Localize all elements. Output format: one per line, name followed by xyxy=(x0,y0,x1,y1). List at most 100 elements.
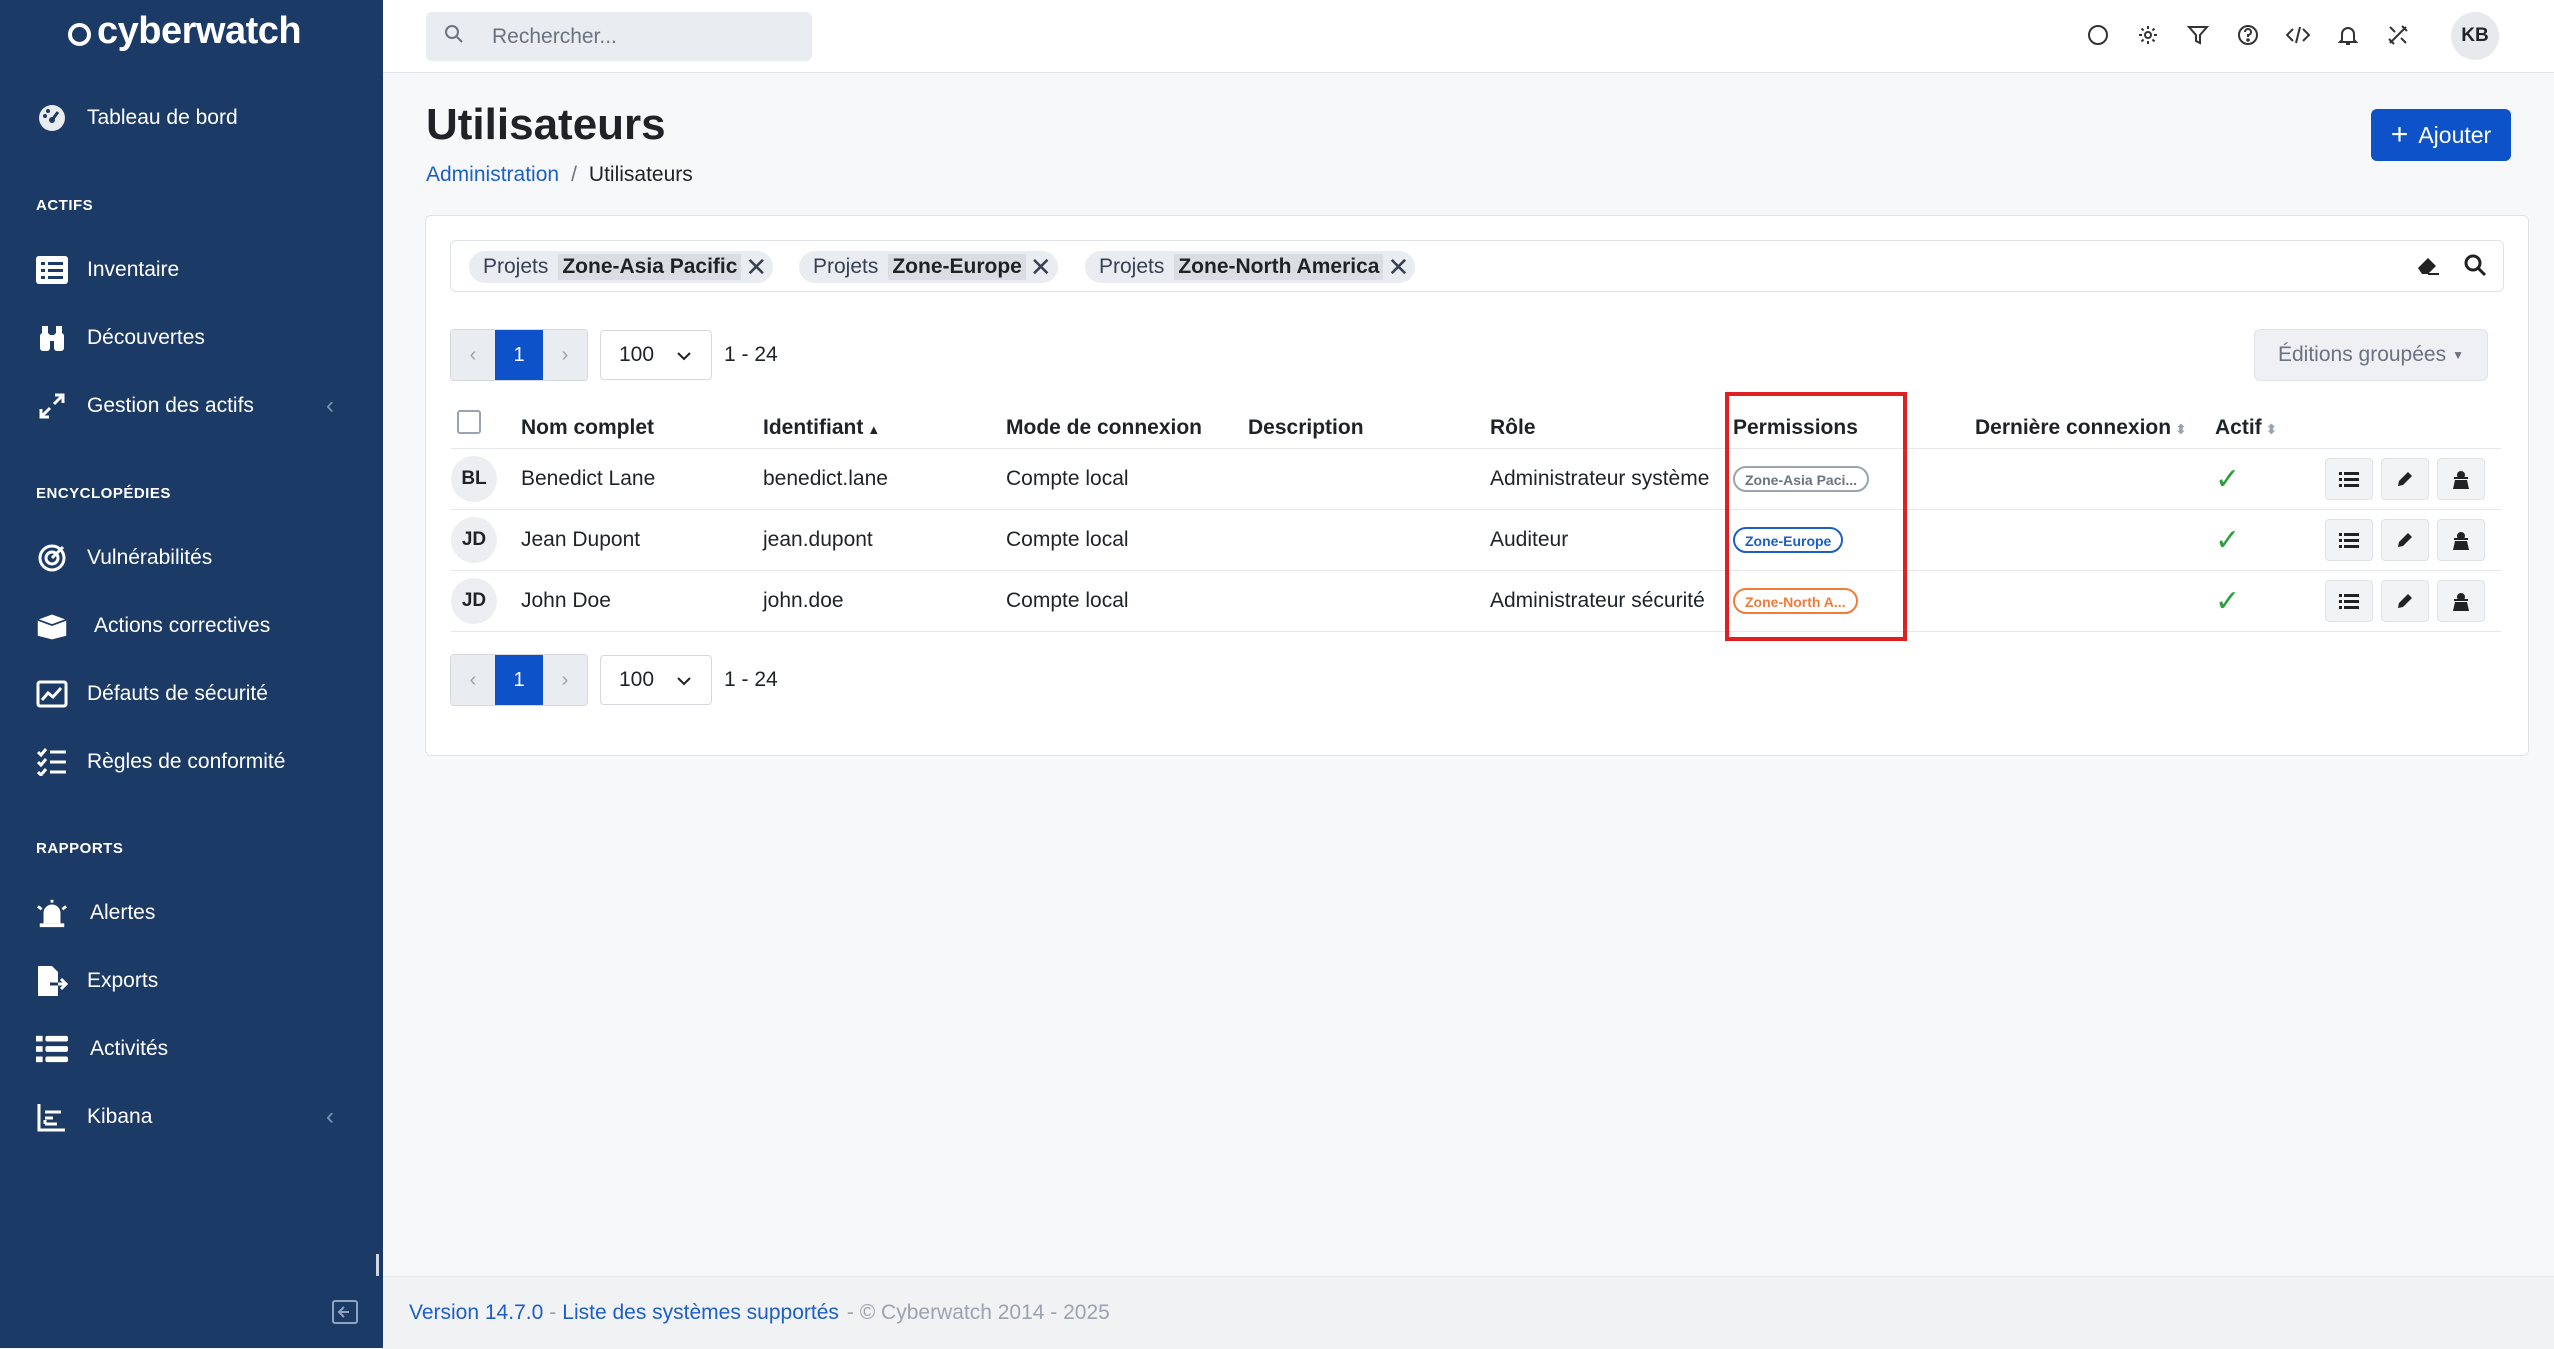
filter-chip-value: Zone-Europe xyxy=(888,254,1026,280)
col-active-label: Actif xyxy=(2215,416,2262,439)
sidebar-item-alerts[interactable]: Alertes xyxy=(36,893,155,933)
row-avatar-cell: BL xyxy=(451,448,521,510)
next-page-button[interactable]: › xyxy=(543,330,587,380)
table-row: JD John Doe john.doe Compte local Admini… xyxy=(451,570,2501,632)
sidebar-item-inventory[interactable]: Inventaire xyxy=(36,250,179,290)
monitor-chart-icon xyxy=(36,678,68,710)
col-login-mode[interactable]: Mode de connexion xyxy=(1006,388,1248,449)
col-actions xyxy=(2325,388,2501,449)
cell-description xyxy=(1248,509,1490,571)
edit-button[interactable] xyxy=(2381,519,2429,561)
check-icon: ✓ xyxy=(2215,462,2241,496)
eraser-icon[interactable] xyxy=(2415,253,2441,282)
user-avatar[interactable]: KB xyxy=(2451,12,2499,60)
sidebar-item-label: Défauts de sécurité xyxy=(87,682,268,705)
cell-actions xyxy=(2325,448,2501,510)
remove-filter-icon[interactable]: ✕ xyxy=(1387,252,1409,283)
bell-icon[interactable] xyxy=(2333,20,2363,50)
dashboard-gauge-icon xyxy=(36,102,68,134)
users-table: Nom complet Identifiant ▲ Mode de connexi… xyxy=(451,388,2501,632)
supported-systems-link[interactable]: Liste des systèmes supportés xyxy=(562,1301,839,1325)
page-size-select[interactable]: 100 xyxy=(600,655,712,705)
col-active[interactable]: Actif ⬍ xyxy=(2215,388,2325,449)
sidebar-item-label: Règles de conformité xyxy=(87,750,286,773)
copyright: - © Cyberwatch 2014 - 2025 xyxy=(846,1301,1110,1324)
edit-button[interactable] xyxy=(2381,458,2429,500)
gear-icon[interactable] xyxy=(2133,20,2163,50)
page-size-select[interactable]: 100 xyxy=(600,330,712,380)
sidebar-resize-handle[interactable] xyxy=(376,1254,379,1276)
result-range: 1 - 24 xyxy=(724,668,778,691)
col-description[interactable]: Description xyxy=(1248,388,1490,449)
expand-arrows-icon xyxy=(36,390,68,422)
sidebar-item-label: Kibana xyxy=(87,1105,153,1128)
remove-filter-icon[interactable]: ✕ xyxy=(1030,252,1052,283)
col-full-name[interactable]: Nom complet xyxy=(521,388,763,449)
footer-separator: - xyxy=(549,1301,557,1324)
sort-icon: ⬍ xyxy=(2175,421,2187,437)
sidebar-item-kibana[interactable]: Kibana ‹ xyxy=(36,1097,334,1137)
table-row: JD Jean Dupont jean.dupont Compte local … xyxy=(451,509,2501,571)
prev-page-button[interactable]: ‹ xyxy=(451,330,495,380)
sidebar-item-asset-management[interactable]: Gestion des actifs ‹ xyxy=(36,386,334,426)
search-icon[interactable] xyxy=(2463,253,2487,282)
sidebar-item-vulnerabilities[interactable]: Vulnérabilités xyxy=(36,538,212,578)
tools-icon[interactable] xyxy=(2383,20,2413,50)
select-all-checkbox[interactable] xyxy=(457,410,481,434)
impersonate-button[interactable] xyxy=(2437,519,2485,561)
sidebar-item-discoveries[interactable]: Découvertes xyxy=(36,318,205,358)
breadcrumb-current: Utilisateurs xyxy=(588,163,693,186)
help-icon[interactable] xyxy=(2233,20,2263,50)
bulk-edit-button[interactable]: Éditions groupées ▼ xyxy=(2254,329,2488,381)
filter-icon[interactable] xyxy=(2183,20,2213,50)
details-button[interactable] xyxy=(2325,458,2373,500)
circle-icon[interactable] xyxy=(2083,20,2113,50)
breadcrumb-administration[interactable]: Administration xyxy=(426,163,559,186)
add-user-button[interactable]: + Ajouter xyxy=(2371,109,2511,161)
check-icon: ✓ xyxy=(2215,523,2241,557)
sidebar-item-compliance-rules[interactable]: Règles de conformité xyxy=(36,742,285,782)
collapse-sidebar-icon[interactable] xyxy=(332,1300,358,1329)
box-icon xyxy=(36,610,68,642)
cell-full-name: Jean Dupont xyxy=(521,509,763,571)
sidebar-item-label: Alertes xyxy=(90,901,156,924)
prev-page-button[interactable]: ‹ xyxy=(451,655,495,705)
filter-chip-key: Projets xyxy=(483,255,549,278)
sidebar-item-remediations[interactable]: Actions correctives xyxy=(36,606,270,646)
next-page-button[interactable]: › xyxy=(543,655,587,705)
impersonate-button[interactable] xyxy=(2437,580,2485,622)
sidebar-item-activities[interactable]: Activités xyxy=(36,1029,168,1069)
cell-login-mode: Compte local xyxy=(1006,448,1248,510)
col-role[interactable]: Rôle xyxy=(1490,388,1733,449)
details-button[interactable] xyxy=(2325,580,2373,622)
sidebar-item-label: Activités xyxy=(90,1037,169,1060)
filter-chip-value: Zone-North America xyxy=(1174,254,1384,280)
page-1-button[interactable]: 1 xyxy=(495,655,543,705)
sidebar-item-exports[interactable]: Exports xyxy=(36,961,158,1001)
cell-login-mode: Compte local xyxy=(1006,570,1248,632)
impersonate-button[interactable] xyxy=(2437,458,2485,500)
sidebar-item-security-defaults[interactable]: Défauts de sécurité xyxy=(36,674,268,714)
bar-chart-icon xyxy=(36,1101,68,1133)
global-search[interactable] xyxy=(426,12,812,61)
col-identifier-label: Identifiant xyxy=(763,416,864,439)
section-encyclopedias: ENCYCLOPÉDIES xyxy=(36,485,171,502)
sidebar-item-label: Gestion des actifs xyxy=(87,394,254,417)
code-icon[interactable] xyxy=(2283,20,2313,50)
filter-chip-value: Zone-Asia Pacific xyxy=(558,254,742,280)
col-last-login[interactable]: Dernière connexion ⬍ xyxy=(1975,388,2215,449)
col-identifier[interactable]: Identifiant ▲ xyxy=(763,388,1006,449)
filter-bar[interactable]: Projets Zone-Asia Pacific ✕ Projets Zone… xyxy=(450,240,2504,292)
page-1-button[interactable]: 1 xyxy=(495,330,543,380)
bulk-edit-label: Éditions groupées xyxy=(2277,343,2447,366)
binoculars-icon xyxy=(36,322,68,354)
sidebar-item-dashboard[interactable]: Tableau de bord xyxy=(36,98,238,138)
brand-logo[interactable]: cyberwatch xyxy=(68,10,302,53)
edit-button[interactable] xyxy=(2381,580,2429,622)
search-input[interactable] xyxy=(490,23,794,50)
page-title: Utilisateurs xyxy=(426,100,666,149)
details-button[interactable] xyxy=(2325,519,2373,561)
version-link[interactable]: Version 14.7.0 xyxy=(409,1301,543,1325)
remove-filter-icon[interactable]: ✕ xyxy=(745,252,767,283)
alarm-icon xyxy=(36,897,68,929)
